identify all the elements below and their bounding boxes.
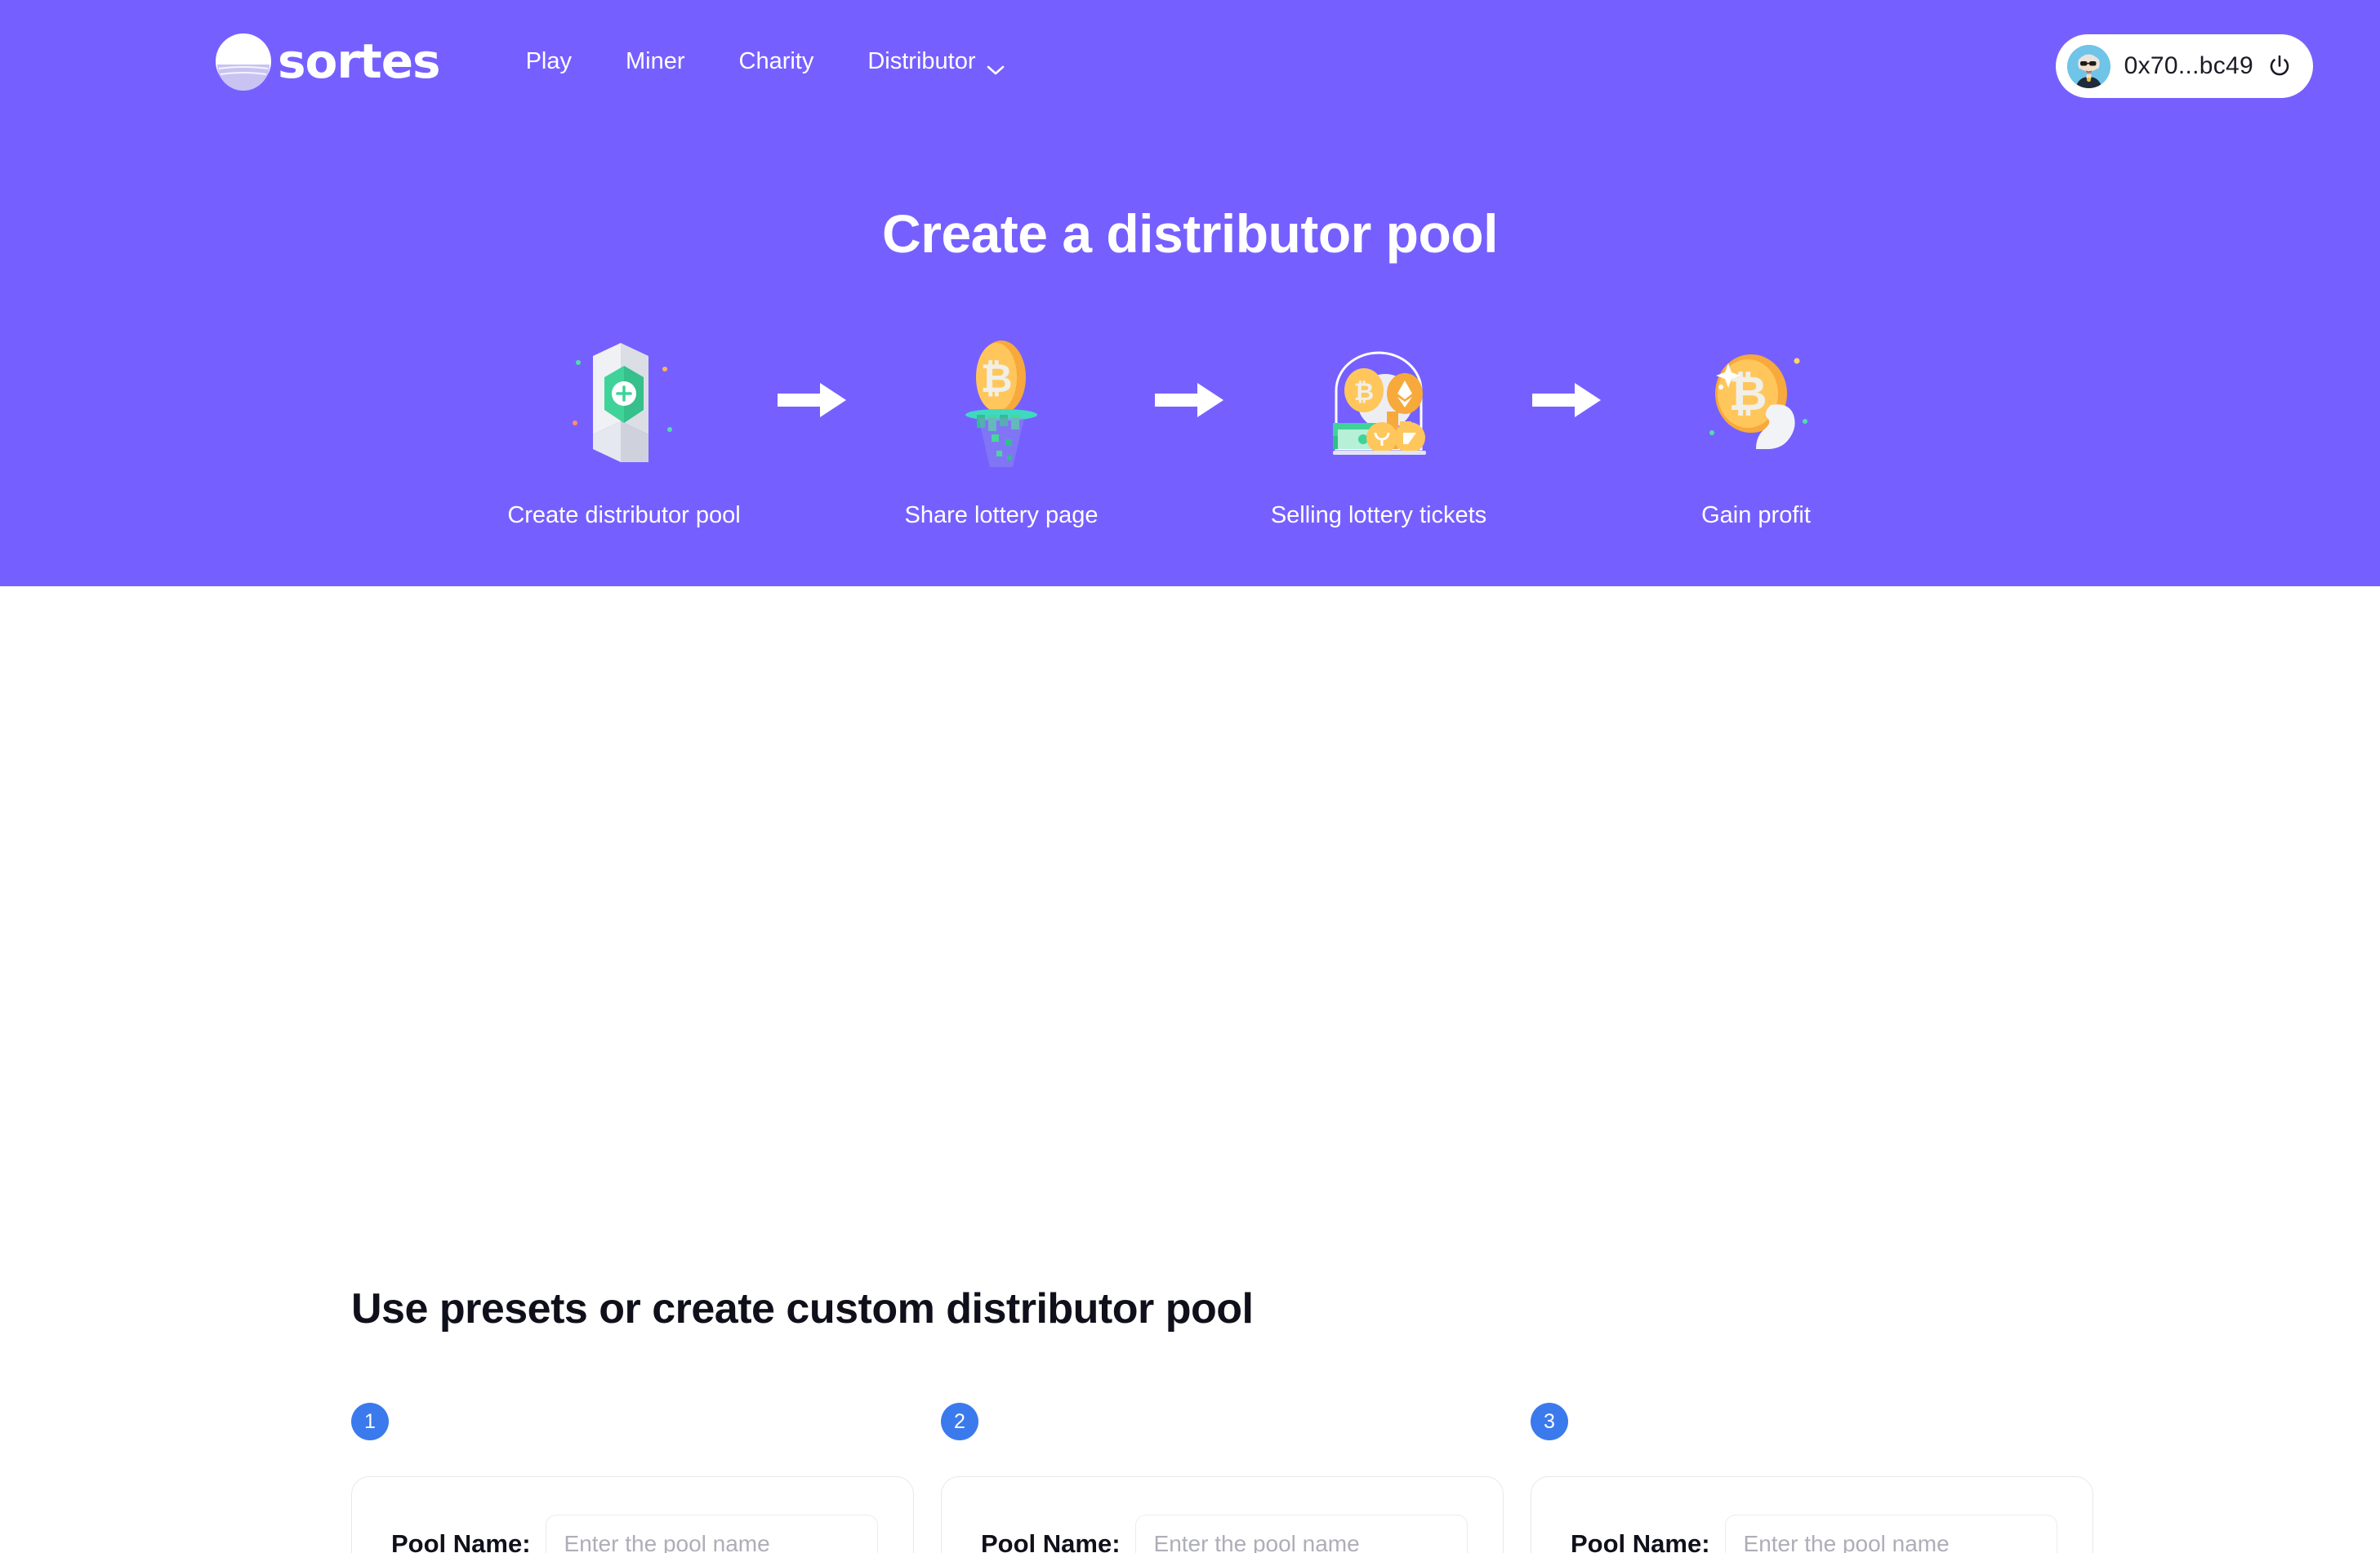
- coins-money-icon: ₿: [1305, 323, 1452, 478]
- brand-logo[interactable]: sortes: [214, 29, 441, 94]
- bitcoin-share-icon: ₿: [928, 323, 1075, 478]
- preset-badge-1[interactable]: 1: [351, 1403, 389, 1440]
- nav-item-distributor-label: Distributor: [867, 47, 976, 74]
- hand-bitcoin-icon: ₿: [1682, 323, 1830, 478]
- pool-name-label: Pool Name:: [1571, 1529, 1710, 1553]
- page-title: Use presets or create custom distributor…: [351, 1285, 1254, 1333]
- hero-banner: sortes Play Miner Charity Distributor 0x…: [0, 0, 2380, 586]
- step-create-distributor-pool: Create distributor pool: [492, 323, 755, 529]
- step-label: Selling lottery tickets: [1270, 502, 1487, 528]
- nav-links: Play Miner Charity Distributor: [499, 40, 1032, 83]
- preset-card-wrapper-1: 1 Pool Name: Prize Amount: [351, 1403, 914, 1553]
- pool-name-label: Pool Name:: [981, 1529, 1121, 1553]
- nav-item-play-label: Play: [525, 47, 572, 74]
- cube-plus-icon: [550, 323, 698, 478]
- nav-item-distributor[interactable]: Distributor: [840, 40, 1031, 83]
- arrow-right-icon: [1133, 323, 1247, 478]
- user-avatar-icon: [2066, 44, 2110, 88]
- nav-item-miner-label: Miner: [625, 47, 685, 74]
- hero-title: Create a distributor pool: [882, 203, 1498, 264]
- step-gain-profit: ₿ Gain profit: [1625, 323, 1888, 529]
- step-share-lottery-page: ₿ Share lottery page: [870, 323, 1133, 529]
- power-icon[interactable]: [2267, 54, 2292, 78]
- step-label: Share lottery page: [904, 502, 1099, 528]
- preset-cards-row: 1 Pool Name: Prize Amount: [351, 1403, 2093, 1553]
- preset-badge-2[interactable]: 2: [941, 1403, 978, 1440]
- svg-text:₿: ₿: [1354, 378, 1374, 407]
- preset-card-wrapper-2: 2 Pool Name: Prize Amount: [941, 1403, 1504, 1553]
- hero-steps: Create distributor pool ₿ Share lottery …: [0, 323, 2380, 529]
- nav-item-play[interactable]: Play: [499, 40, 599, 83]
- nav-item-miner[interactable]: Miner: [599, 40, 712, 83]
- preset-card-wrapper-3: 3 Pool Name: Prize Amount: [1531, 1403, 2093, 1553]
- pool-name-label: Pool Name:: [391, 1529, 531, 1553]
- wallet-button[interactable]: 0x70...bc49: [2055, 34, 2313, 98]
- preset-card-3[interactable]: Pool Name: Prize Amount: [1531, 1476, 2093, 1553]
- step-label: Gain profit: [1701, 502, 1811, 528]
- nav-item-charity[interactable]: Charity: [712, 40, 841, 83]
- preset-card-2[interactable]: Pool Name: Prize Amount: [941, 1476, 1504, 1553]
- pool-name-row: Pool Name:: [391, 1515, 878, 1553]
- nav-item-charity-label: Charity: [738, 47, 814, 74]
- pool-name-input[interactable]: [1724, 1515, 2057, 1553]
- pool-name-row: Pool Name:: [1571, 1515, 2057, 1553]
- step-label: Create distributor pool: [507, 502, 741, 528]
- brand-name: sortes: [278, 33, 441, 89]
- whale-logo-icon: [214, 32, 273, 91]
- pool-name-input[interactable]: [545, 1515, 878, 1553]
- pool-name-row: Pool Name:: [981, 1515, 1468, 1553]
- chevron-down-icon: [987, 56, 1005, 75]
- pool-name-input[interactable]: [1134, 1515, 1468, 1553]
- arrow-right-icon: [755, 323, 870, 478]
- wallet-address: 0x70...bc49: [2124, 52, 2253, 79]
- svg-text:₿: ₿: [980, 356, 1012, 402]
- preset-badge-3[interactable]: 3: [1531, 1403, 1568, 1440]
- top-navbar: sortes Play Miner Charity Distributor 0x…: [0, 0, 2380, 122]
- arrow-right-icon: [1510, 323, 1625, 478]
- preset-card-1[interactable]: Pool Name: Prize Amount: [351, 1476, 914, 1553]
- step-selling-lottery-tickets: ₿ Selling lottery tickets: [1247, 323, 1510, 529]
